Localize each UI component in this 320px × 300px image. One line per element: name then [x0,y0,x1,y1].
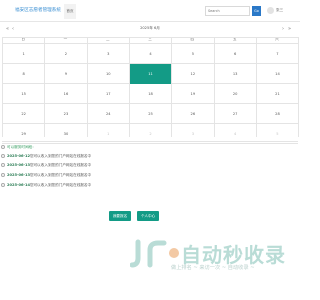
calendar-day[interactable]: 15 [3,84,44,104]
grid-line [298,37,300,137]
radio-icon[interactable] [1,154,5,158]
prev-month-button[interactable]: ‹ [12,25,14,33]
calendar-day[interactable]: 7 [257,44,298,64]
top-header: 福安区志愿者管理系统 首页 Go 张三 [0,0,300,22]
item-date: 2025-06-13 [7,163,30,167]
calendar-day[interactable]: 12 [172,64,213,84]
calendar-day[interactable]: 22 [3,104,44,124]
prev-year-button[interactable]: « [6,25,9,33]
search-button[interactable]: Go [252,6,261,16]
calendar-day[interactable]: 1 [3,44,44,64]
calendar-title: 2025年 6月 [140,26,160,30]
calendar-day[interactable]: 28 [257,104,298,124]
radio-icon[interactable] [1,163,5,167]
calendar-day[interactable]: 27 [215,104,256,124]
calendar-day[interactable]: 13 [215,64,256,84]
calendar-day[interactable]: 21 [257,84,298,104]
user-menu[interactable]: 张三 [276,8,283,13]
item-date: 2025-06-14 [7,183,30,187]
app-title[interactable]: 福安区志愿者管理系统 [15,7,61,13]
calendar-day[interactable]: 2 [45,44,86,64]
search-input[interactable] [205,6,250,16]
calendar-day-today[interactable]: 11 [129,64,172,84]
calendar-day[interactable]: 25 [130,104,171,124]
next-year-button[interactable]: » [288,25,291,33]
personal-center-button[interactable]: 个人中心 [137,211,159,221]
calendar-day[interactable]: 6 [215,44,256,64]
calendar-day[interactable]: 3 [88,44,129,64]
signup-button[interactable]: 我要报名 [109,211,131,221]
next-month-button[interactable]: › [282,25,284,33]
grid-line [2,37,298,38]
calendar-day[interactable]: 17 [88,84,129,104]
tab-home[interactable]: 首页 [64,4,76,19]
calendar-day[interactable]: 9 [45,64,86,84]
watermark-logo: 自动秒收录 做上排名 ~ 来访一次 ~ 自动收录 ~ [130,236,285,278]
item-date: 2025-06-13 [7,173,30,177]
calendar-day[interactable]: 23 [45,104,86,124]
list-header: 可以服务时间段： [7,144,36,149]
section-divider [2,141,298,142]
radio-icon[interactable] [1,173,5,177]
calendar-day[interactable]: 24 [88,104,129,124]
calendar-day[interactable]: 5 [172,44,213,64]
calendar-day[interactable]: 10 [88,64,129,84]
radio-icon[interactable] [1,183,5,187]
calendar-day[interactable]: 20 [215,84,256,104]
watermark-subtext: 做上排名 ~ 来访一次 ~ 自动收录 ~ [171,265,255,271]
calendar-day[interactable]: 14 [257,64,298,84]
item-text: 您可以收入到您的门户网站在线报名中 [30,162,92,167]
calendar-day[interactable]: 4 [130,44,171,64]
item-text: 您可以收入到您的门户网站在线报名中 [30,153,92,158]
calendar-day[interactable]: 18 [130,84,171,104]
item-text: 您可以收入到您的门户网站在线报名中 [30,172,92,177]
calendar-day[interactable]: 19 [172,84,213,104]
calendar-day[interactable]: 8 [3,64,44,84]
radio-icon[interactable] [1,145,5,149]
item-text: 您可以收入到您的门户网站在线报名中 [30,182,92,187]
calendar-day[interactable]: 26 [172,104,213,124]
item-date: 2025-06-12 [7,154,30,158]
calendar-day[interactable]: 16 [45,84,86,104]
avatar[interactable] [267,7,274,14]
